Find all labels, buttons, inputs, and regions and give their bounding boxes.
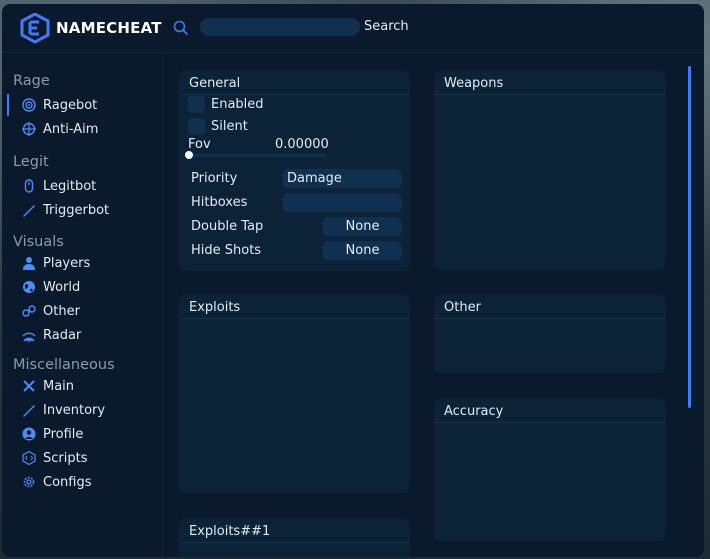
panel-title: Exploits##1	[189, 524, 271, 539]
ragebot-icon	[22, 98, 36, 112]
other-icon	[22, 305, 36, 317]
panel-title: General	[189, 76, 241, 91]
panel-title: Exploits	[189, 300, 241, 315]
section-title-miscellaneous: Miscellaneous	[13, 357, 115, 373]
fov-slider-handle[interactable]	[185, 151, 193, 159]
brand-name: NAMECHEAT	[56, 19, 162, 37]
sidebar-item-label: Inventory	[43, 402, 106, 418]
triggerbot-icon	[23, 205, 35, 217]
sidebar-item-players[interactable]: Players	[7, 252, 157, 274]
sidebar-item-main[interactable]: Main	[7, 375, 157, 397]
gear-icon	[23, 476, 35, 488]
sidebar-item-world[interactable]: World	[7, 276, 157, 298]
section-title-legit: Legit	[13, 154, 49, 170]
fov-label: Fov	[188, 137, 211, 152]
scripts-icon	[22, 451, 36, 465]
silent-label: Silent	[211, 119, 248, 134]
enabled-label: Enabled	[211, 97, 264, 112]
silent-checkbox[interactable]	[188, 118, 205, 135]
panel-divider	[179, 94, 410, 95]
sidebar-item-label: Legitbot	[43, 178, 97, 194]
search-input[interactable]	[200, 18, 360, 36]
hitboxes-dropdown[interactable]	[283, 193, 402, 212]
sidebar: Rage Ragebot Anti-Aim Legit Legitbot Tri…	[2, 53, 163, 557]
players-icon	[23, 257, 35, 270]
panel-title: Accuracy	[444, 404, 504, 419]
sidebar-item-label: Profile	[43, 426, 84, 442]
sidebar-item-label: Triggerbot	[43, 202, 110, 218]
exploits-1-panel: Exploits##1	[179, 518, 410, 557]
weapons-panel: Weapons	[434, 70, 666, 270]
sidebar-item-label: Other	[43, 303, 80, 319]
sidebar-item-radar[interactable]: Radar	[7, 324, 157, 346]
radar-icon	[22, 332, 36, 342]
accuracy-panel: Accuracy	[434, 398, 666, 541]
sidebar-item-label: Players	[43, 255, 91, 271]
sidebar-item-label: Radar	[43, 327, 82, 343]
sidebar-item-label: World	[43, 279, 81, 295]
sidebar-item-inventory[interactable]: Inventory	[7, 399, 157, 421]
fov-value: 0.00000	[275, 137, 329, 152]
section-title-rage: Rage	[13, 73, 50, 89]
sidebar-item-ragebot[interactable]: Ragebot	[7, 94, 159, 116]
sidebar-item-anti-aim[interactable]: Anti-Aim	[7, 118, 157, 140]
section-title-visuals: Visuals	[13, 234, 64, 250]
panel-divider	[434, 422, 666, 423]
enabled-checkbox[interactable]	[188, 96, 205, 113]
sidebar-item-other[interactable]: Other	[7, 300, 157, 322]
panel-divider	[434, 94, 666, 95]
header-bar: NAMECHEAT Search	[2, 4, 704, 53]
sidebar-item-label: Anti-Aim	[43, 121, 99, 137]
exploits-panel: Exploits	[179, 294, 410, 493]
hide-shots-dropdown[interactable]: None	[323, 241, 402, 260]
sidebar-item-profile[interactable]: Profile	[7, 423, 157, 445]
general-panel: General Enabled Silent Fov 0.00000 Prior…	[179, 70, 410, 271]
anti-aim-icon	[22, 122, 36, 136]
priority-dropdown[interactable]: Damage	[283, 169, 402, 188]
legitbot-icon	[24, 179, 34, 193]
profile-icon	[22, 427, 36, 441]
sidebar-item-label: Main	[43, 378, 75, 394]
hide-shots-label: Hide Shots	[191, 243, 262, 258]
double-tap-label: Double Tap	[191, 219, 264, 234]
panel-divider	[434, 318, 666, 319]
sidebar-item-label: Scripts	[43, 450, 88, 466]
sidebar-item-scripts[interactable]: Scripts	[7, 447, 157, 469]
sidebar-item-label: Ragebot	[43, 97, 98, 113]
inventory-icon	[23, 405, 35, 417]
sidebar-item-legitbot[interactable]: Legitbot	[7, 175, 157, 197]
logo-icon	[20, 13, 50, 43]
world-icon	[23, 281, 35, 293]
panel-divider	[179, 542, 410, 543]
fov-slider[interactable]	[189, 154, 327, 157]
main-icon	[23, 380, 35, 392]
other-panel: Other	[434, 294, 666, 373]
cheat-menu-window: NAMECHEAT Search Rage Ragebot Anti-Aim L…	[2, 4, 704, 557]
sidebar-item-triggerbot[interactable]: Triggerbot	[7, 199, 157, 221]
double-tap-dropdown[interactable]: None	[323, 217, 402, 236]
panel-divider	[179, 318, 410, 319]
content-scrollbar[interactable]	[688, 66, 691, 408]
panel-title: Other	[444, 300, 481, 315]
priority-label: Priority	[191, 171, 238, 186]
panel-title: Weapons	[444, 76, 504, 91]
sidebar-item-label: Configs	[43, 474, 92, 490]
sidebar-item-configs[interactable]: Configs	[7, 471, 157, 493]
search-button[interactable]: Search	[364, 19, 409, 34]
hitboxes-label: Hitboxes	[191, 195, 248, 210]
search-icon[interactable]	[173, 20, 189, 36]
